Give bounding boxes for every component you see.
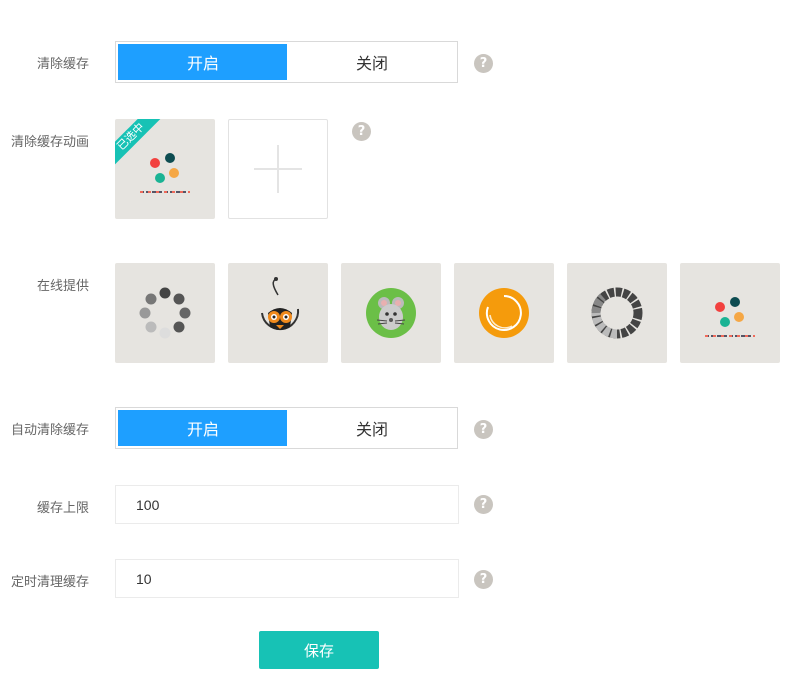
clear-cache-animation-label: 清除缓存动画 bbox=[10, 134, 89, 149]
add-animation-button[interactable] bbox=[228, 119, 328, 219]
colored-dots-icon bbox=[705, 297, 755, 337]
clear-cache-label: 清除缓存 bbox=[36, 56, 89, 71]
auto-clear-on-option[interactable]: 开启 bbox=[118, 410, 288, 446]
clear-cache-on-option[interactable]: 开启 bbox=[118, 44, 288, 80]
clear-cache-off-option[interactable]: 关闭 bbox=[287, 44, 457, 80]
auto-clear-off-option[interactable]: 关闭 bbox=[287, 410, 457, 446]
cache-limit-input[interactable] bbox=[115, 485, 459, 524]
plus-icon bbox=[254, 145, 302, 193]
auto-clear-toggle[interactable]: 开启 关闭 bbox=[115, 407, 458, 449]
owl-icon bbox=[261, 277, 300, 331]
help-icon[interactable]: ? bbox=[474, 495, 493, 514]
scheduled-clear-input[interactable] bbox=[115, 559, 459, 598]
spinner-dots-icon bbox=[139, 287, 191, 339]
help-icon[interactable]: ? bbox=[352, 122, 371, 141]
online-tile-owl[interactable] bbox=[228, 263, 328, 363]
cache-limit-label: 缓存上限 bbox=[36, 500, 89, 515]
help-icon[interactable]: ? bbox=[474, 570, 493, 589]
auto-clear-label: 自动清除缓存 bbox=[10, 422, 89, 437]
segmented-ring-icon bbox=[591, 287, 643, 339]
help-icon[interactable]: ? bbox=[474, 54, 493, 73]
online-tile-segmented[interactable] bbox=[567, 263, 667, 363]
online-tile-mouse[interactable] bbox=[341, 263, 441, 363]
help-icon[interactable]: ? bbox=[474, 420, 493, 439]
save-button[interactable]: 保存 bbox=[259, 631, 379, 669]
mouse-icon bbox=[366, 288, 416, 338]
online-provided-label: 在线提供 bbox=[36, 278, 89, 293]
selected-animation-tile[interactable]: 已选中 bbox=[115, 119, 215, 219]
clear-cache-toggle[interactable]: 开启 关闭 bbox=[115, 41, 458, 83]
online-tile-dots[interactable] bbox=[680, 263, 780, 363]
scheduled-clear-label: 定时清理缓存 bbox=[10, 574, 89, 589]
orange-ring-icon bbox=[479, 288, 529, 338]
online-tile-ring[interactable] bbox=[454, 263, 554, 363]
online-tile-spinner[interactable] bbox=[115, 263, 215, 363]
